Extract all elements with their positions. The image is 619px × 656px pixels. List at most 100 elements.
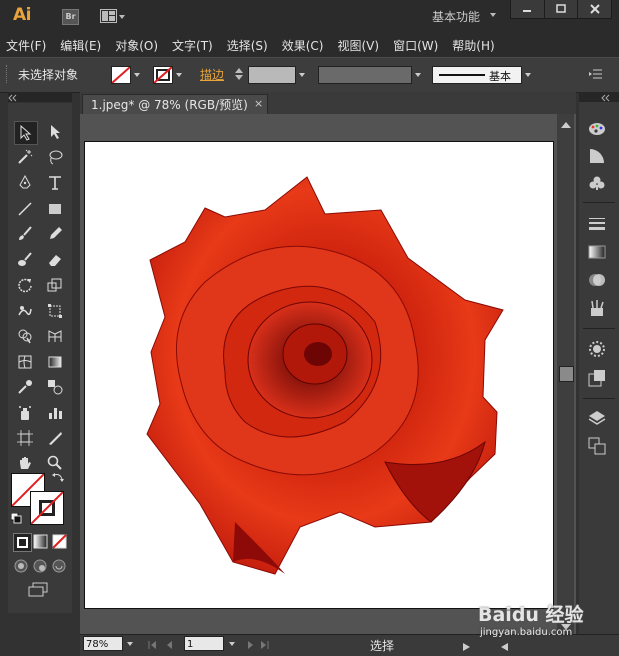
default-colors-button[interactable] xyxy=(10,512,22,527)
none-color-icon xyxy=(111,66,131,84)
paintbrush-icon xyxy=(19,226,32,240)
first-artboard-button[interactable] xyxy=(148,639,176,653)
color-panel-button[interactable] xyxy=(585,118,609,140)
fill-dropdown-icon[interactable] xyxy=(134,73,140,77)
scroll-thumb[interactable] xyxy=(559,366,574,382)
brush-definition[interactable]: 基本 xyxy=(432,66,522,84)
zoom-dropdown-icon[interactable] xyxy=(127,642,133,646)
menu-type[interactable]: 文字(T) xyxy=(172,37,213,54)
scale-tool[interactable] xyxy=(44,274,66,296)
menu-object[interactable]: 对象(O) xyxy=(115,37,158,54)
stroke-weight-stepper[interactable] xyxy=(234,66,244,82)
line-tool[interactable] xyxy=(14,198,36,220)
appearance-button[interactable] xyxy=(585,338,609,360)
variable-width-profile[interactable] xyxy=(318,66,412,84)
draw-modes-button[interactable] xyxy=(13,558,67,577)
eraser-tool[interactable] xyxy=(44,249,66,271)
free-transform-tool[interactable] xyxy=(44,300,66,322)
next-artboard-button[interactable] xyxy=(246,639,274,653)
perspective-grid-tool[interactable] xyxy=(44,325,66,347)
screen-mode-icon xyxy=(28,582,48,597)
menu-select[interactable]: 选择(S) xyxy=(227,37,268,54)
workspace-switcher[interactable]: 基本功能 xyxy=(432,8,480,25)
chevron-right-icon xyxy=(463,643,470,651)
stroke-swatch[interactable] xyxy=(153,66,173,84)
stroke-label[interactable]: 描边 xyxy=(200,66,224,83)
hand-tool[interactable] xyxy=(14,452,36,474)
shape-builder-tool[interactable] xyxy=(14,325,36,347)
blob-brush-tool[interactable] xyxy=(14,249,36,271)
swap-colors-button[interactable] xyxy=(52,471,64,486)
document-tab[interactable]: 1.jpeg* @ 78% (RGB/预览) xyxy=(82,94,268,114)
symbol-sprayer-tool[interactable] xyxy=(14,402,36,424)
scroll-up-icon[interactable] xyxy=(561,118,571,132)
pencil-tool[interactable] xyxy=(44,223,66,245)
warp-tool[interactable] xyxy=(14,300,36,322)
mesh-tool[interactable] xyxy=(14,351,36,373)
type-tool[interactable] xyxy=(44,172,66,194)
chevron-down-icon[interactable] xyxy=(490,13,496,17)
artboard-number-field[interactable]: 1 xyxy=(184,636,224,651)
color-guide-button[interactable] xyxy=(585,145,609,167)
screen-mode-button[interactable] xyxy=(28,582,50,601)
selection-tool[interactable] xyxy=(14,121,38,145)
gradient-panel-button[interactable] xyxy=(585,241,609,263)
brushes-button[interactable] xyxy=(585,297,609,319)
stroke-weight-field[interactable] xyxy=(248,66,296,84)
stroke-dropdown-icon[interactable] xyxy=(176,73,182,77)
arrange-documents-button[interactable] xyxy=(100,9,126,24)
eyedropper-tool[interactable] xyxy=(14,376,36,398)
tab-close-icon[interactable]: × xyxy=(254,97,263,110)
stroke-color-box[interactable] xyxy=(30,491,64,525)
stroke-weight-dropdown-icon[interactable] xyxy=(299,73,305,77)
current-tool-label: 选择 xyxy=(370,639,395,653)
pen-tool[interactable] xyxy=(14,172,36,194)
minimize-button[interactable] xyxy=(511,0,544,18)
maximize-button[interactable] xyxy=(543,0,578,18)
bridge-button[interactable]: Br xyxy=(62,9,79,25)
artboard[interactable] xyxy=(84,141,554,609)
artboard-tool[interactable] xyxy=(14,427,36,449)
graphic-styles-button[interactable] xyxy=(585,367,609,389)
close-button[interactable] xyxy=(577,0,611,18)
control-bar-grip[interactable] xyxy=(6,65,10,83)
panel-divider xyxy=(583,202,615,203)
menu-file[interactable]: 文件(F) xyxy=(6,37,46,54)
transparency-button[interactable] xyxy=(585,269,609,291)
menu-edit[interactable]: 编辑(E) xyxy=(60,37,101,54)
menu-help[interactable]: 帮助(H) xyxy=(452,37,494,54)
menu-window[interactable]: 窗口(W) xyxy=(393,37,438,54)
blend-tool[interactable] xyxy=(44,376,66,398)
menu-effect[interactable]: 效果(C) xyxy=(282,37,324,54)
close-icon xyxy=(589,4,600,14)
right-dock-header[interactable] xyxy=(579,92,619,102)
status-menu-button[interactable] xyxy=(462,640,472,654)
rectangle-tool[interactable] xyxy=(44,198,66,220)
horizontal-scroll-left[interactable] xyxy=(500,640,510,654)
warp-icon xyxy=(18,306,32,316)
line-icon xyxy=(18,202,32,216)
gradient-mode-button[interactable] xyxy=(32,533,49,550)
toolbox-header[interactable] xyxy=(8,92,72,102)
layers-button[interactable] xyxy=(585,407,609,429)
gradient-tool[interactable] xyxy=(44,351,66,373)
stroke-panel-button[interactable] xyxy=(585,212,609,234)
rotate-tool[interactable] xyxy=(14,274,36,296)
menu-view[interactable]: 视图(V) xyxy=(337,37,379,54)
zoom-field[interactable]: 78% xyxy=(83,636,123,651)
variable-width-dropdown-icon[interactable] xyxy=(415,73,421,77)
lasso-tool[interactable] xyxy=(44,146,66,168)
color-mode-button[interactable] xyxy=(13,533,32,552)
paintbrush-tool[interactable] xyxy=(14,223,36,245)
fill-swatch[interactable] xyxy=(111,66,131,84)
slice-tool[interactable] xyxy=(44,427,66,449)
artboard-dropdown-icon[interactable] xyxy=(229,642,235,646)
column-graph-tool[interactable] xyxy=(44,402,66,424)
direct-selection-tool[interactable] xyxy=(44,121,66,143)
magic-wand-tool[interactable] xyxy=(14,146,36,168)
none-mode-button[interactable] xyxy=(51,533,68,550)
artboards-button[interactable] xyxy=(585,435,609,457)
panel-menu-icon[interactable] xyxy=(589,68,603,83)
brush-dropdown-icon[interactable] xyxy=(525,73,531,77)
swatches-button[interactable] xyxy=(585,172,609,194)
